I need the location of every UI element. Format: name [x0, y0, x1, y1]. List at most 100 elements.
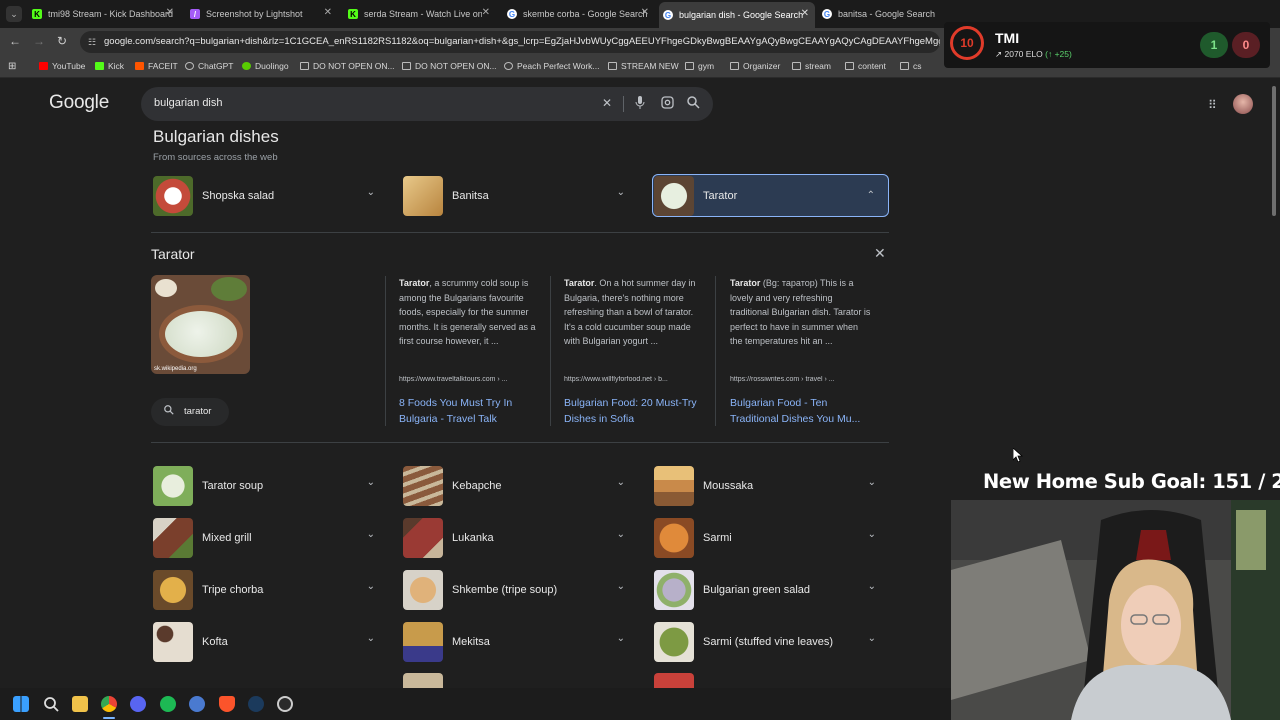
bookmark-folder[interactable]: DO NOT OPEN ON...: [300, 61, 395, 71]
dish-label: Moussaka: [703, 479, 754, 492]
bookmark-label: cs: [913, 61, 922, 71]
chevron-down-icon: ⌄: [867, 529, 876, 540]
dish-card[interactable]: Kofta ⌄: [152, 620, 388, 663]
dish-thumbnail: [153, 465, 193, 506]
dish-card[interactable]: Kebapche ⌄: [402, 464, 638, 507]
bookmark-label: Kick: [108, 61, 125, 71]
tab-search-button[interactable]: ⌄: [6, 6, 22, 22]
dish-card[interactable]: Sarmi ⌄: [653, 516, 889, 559]
source-link[interactable]: Bulgarian Food - Ten Traditional Dishes …: [730, 395, 870, 427]
bookmark-label: DO NOT OPEN ON...: [313, 61, 395, 71]
windows-start-icon[interactable]: [13, 696, 29, 712]
dish-thumbnail: [153, 569, 193, 610]
google-logo[interactable]: Google: [49, 92, 109, 114]
source-link[interactable]: Bulgarian Food: 20 Must-Try Dishes in So…: [564, 395, 704, 427]
apps-icon[interactable]: ⊞: [8, 61, 16, 72]
bookmark-chatgpt[interactable]: ChatGPT: [185, 61, 233, 71]
page-scrollbar[interactable]: [1270, 80, 1278, 480]
lens-icon[interactable]: [661, 96, 674, 112]
address-bar[interactable]: ☷ google.com/search?q=bulgarian+dish&rlz…: [80, 31, 940, 53]
site-info-icon[interactable]: ☷: [88, 31, 96, 53]
source-url[interactable]: https://www.traveltalktours.com › ...: [399, 376, 544, 383]
search-icon[interactable]: [43, 696, 59, 712]
source-url[interactable]: https://rossiwrites.com › travel › ...: [730, 376, 875, 383]
dish-thumbnail: [153, 175, 193, 216]
snippet-bold: Tarator: [399, 278, 430, 288]
spotify-icon[interactable]: [160, 696, 176, 712]
bookmark-faceit[interactable]: FACEIT: [135, 61, 178, 71]
google-icon: G: [663, 10, 673, 20]
dish-card[interactable]: Tarator soup ⌄: [152, 464, 388, 507]
close-icon[interactable]: ✕: [482, 7, 490, 18]
steam-icon[interactable]: [248, 696, 264, 712]
search-icon[interactable]: [687, 96, 700, 112]
search-chip[interactable]: tarator: [151, 398, 229, 426]
bookmark-folder[interactable]: gym: [685, 61, 714, 71]
obs-icon[interactable]: [277, 696, 293, 712]
dish-label: Kofta: [202, 635, 228, 648]
forward-icon[interactable]: →: [33, 34, 45, 48]
close-icon[interactable]: ✕: [166, 7, 174, 18]
elo-delta: (↑ +25): [1045, 49, 1072, 59]
bookmark-duolingo[interactable]: Duolingo: [242, 61, 289, 71]
scrollbar-thumb[interactable]: [1272, 86, 1276, 216]
divider: [151, 442, 889, 443]
bookmark-label: DO NOT OPEN ON...: [415, 61, 497, 71]
dish-label: Tarator: [703, 189, 738, 202]
dish-card[interactable]: Shkembe (tripe soup) ⌄: [402, 568, 638, 611]
brave-icon[interactable]: [219, 696, 235, 712]
clear-icon[interactable]: ✕: [602, 96, 612, 110]
app-icon[interactable]: [189, 696, 205, 712]
chrome-icon[interactable]: [101, 696, 117, 712]
bookmark-kick[interactable]: Kick: [95, 61, 124, 71]
dish-card[interactable]: Mekitsa ⌄: [402, 620, 638, 663]
losses-badge: 0: [1232, 32, 1260, 58]
dish-card[interactable]: Tripe chorba ⌄: [152, 568, 388, 611]
trend-icon: ↗: [995, 49, 1003, 59]
bookmark-folder[interactable]: content: [845, 61, 886, 71]
page-subtitle: From sources across the web: [153, 152, 278, 163]
folder-icon: [685, 62, 694, 70]
dish-card-tarator[interactable]: Tarator ⌃: [652, 174, 889, 217]
discord-icon[interactable]: [130, 696, 146, 712]
bookmark-youtube[interactable]: YouTube: [39, 61, 85, 71]
bookmark-folder[interactable]: STREAM NEW: [608, 61, 679, 71]
tab-4[interactable]: G bulgarian dish - Google Search ✕: [659, 2, 815, 28]
bookmark-folder[interactable]: Organizer: [730, 61, 780, 71]
close-icon[interactable]: ✕: [874, 245, 886, 262]
back-icon[interactable]: ←: [9, 34, 21, 48]
source-link[interactable]: 8 Foods You Must Try In Bulgaria - Trave…: [399, 395, 539, 427]
microphone-icon[interactable]: [635, 96, 645, 112]
tab-5[interactable]: G banitsa - Google Search: [818, 4, 970, 24]
bookmark-folder[interactable]: stream: [792, 61, 831, 71]
kick-icon: K: [348, 9, 358, 19]
google-apps-icon[interactable]: ⠿: [1208, 98, 1217, 112]
source-url[interactable]: https://www.willflyforfood.net › b...: [564, 376, 709, 383]
divider: [715, 276, 716, 426]
file-explorer-icon[interactable]: [72, 696, 88, 712]
dish-card[interactable]: Mixed grill ⌄: [152, 516, 388, 559]
reload-icon[interactable]: ↻: [57, 34, 67, 48]
dish-card-shopska-salad[interactable]: Shopska salad ⌄: [152, 174, 388, 217]
dish-card[interactable]: Sarmi (stuffed vine leaves) ⌄: [653, 620, 889, 663]
tab-0[interactable]: K tmi98 Stream - Kick Dashboard ✕: [28, 4, 180, 24]
dish-card-banitsa[interactable]: Banitsa ⌄: [402, 174, 638, 217]
close-icon[interactable]: ✕: [641, 7, 649, 18]
source-snippet: Tarator. On a hot summer day in Bulgaria…: [564, 276, 706, 349]
avatar[interactable]: [1233, 94, 1253, 114]
close-icon[interactable]: ✕: [801, 8, 809, 19]
dish-card[interactable]: Bulgarian green salad ⌄: [653, 568, 889, 611]
close-icon[interactable]: ✕: [324, 7, 332, 18]
bookmark-folder[interactable]: DO NOT OPEN ON...: [402, 61, 497, 71]
search-input[interactable]: bulgarian dish ✕: [141, 87, 713, 121]
tarator-image[interactable]: sk.wikipedia.org: [151, 275, 250, 374]
tab-2[interactable]: K serda Stream - Watch Live on K ✕: [344, 4, 496, 24]
bookmark-folder[interactable]: cs: [900, 61, 922, 71]
tab-1[interactable]: / Screenshot by Lightshot ✕: [186, 4, 338, 24]
kick-icon: K: [32, 9, 42, 19]
bookmark-label: ChatGPT: [198, 61, 234, 71]
dish-card[interactable]: Lukanka ⌄: [402, 516, 638, 559]
tab-3[interactable]: G skembe corba - Google Search ✕: [503, 4, 655, 24]
bookmark-peach[interactable]: Peach Perfect Work...: [504, 61, 600, 71]
dish-card[interactable]: Moussaka ⌄: [653, 464, 889, 507]
